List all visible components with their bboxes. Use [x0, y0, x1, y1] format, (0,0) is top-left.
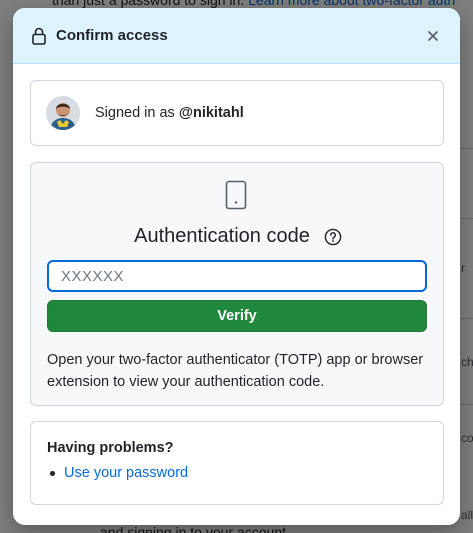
close-button[interactable] — [422, 25, 444, 47]
question-icon[interactable] — [324, 228, 342, 246]
verify-button[interactable]: Verify — [47, 300, 427, 332]
dialog-title: Confirm access — [56, 27, 168, 44]
signed-in-username: @nikitahl — [178, 105, 244, 121]
lock-icon — [31, 27, 47, 45]
confirm-access-dialog: Confirm access Signed in as @nikitahl Au… — [13, 8, 460, 525]
authentication-box: Authentication code Verify Open your two… — [30, 162, 444, 406]
list-item: Use your password — [47, 465, 427, 481]
close-icon — [428, 30, 438, 41]
signed-in-text: Signed in as @nikitahl — [95, 105, 244, 121]
use-password-link[interactable]: Use your password — [64, 465, 188, 481]
authentication-code-input[interactable] — [47, 260, 427, 292]
device-mobile-icon — [225, 180, 247, 210]
auth-heading: Authentication code — [134, 225, 310, 247]
avatar — [46, 96, 80, 130]
having-problems-box: Having problems? Use your password — [30, 421, 444, 505]
auth-heading-row: Authentication code — [31, 225, 445, 248]
problems-list: Use your password — [47, 465, 427, 481]
dialog-header: Confirm access — [13, 8, 460, 64]
signed-in-box: Signed in as @nikitahl — [30, 80, 444, 146]
auth-help-text: Open your two-factor authenticator (TOTP… — [47, 352, 424, 390]
bullet — [50, 470, 55, 476]
having-problems-title: Having problems? — [47, 440, 174, 456]
